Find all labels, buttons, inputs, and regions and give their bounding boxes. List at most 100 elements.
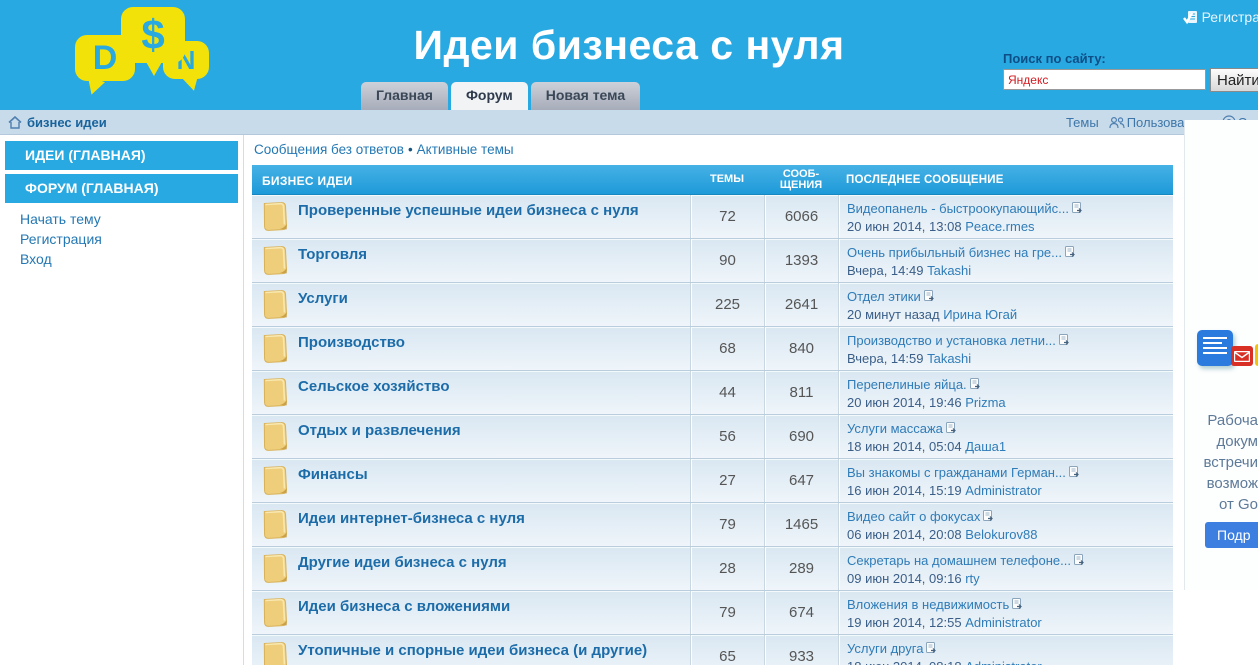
register-link[interactable]: Регистра [1183,9,1258,25]
ad-banner[interactable]: Рабоча докум встречи возмож от Go Подр [1184,120,1258,590]
messages-count: 647 [764,459,838,502]
tab-home[interactable]: Главная [361,82,448,110]
last-post-user[interactable]: Belokurov88 [965,527,1037,542]
topics-count: 225 [690,283,764,326]
register-label: Регистра [1202,9,1258,25]
col-header-messages: СООБ- ЩЕНИЯ [764,165,838,194]
last-post-user[interactable]: Peace.rmes [965,219,1034,234]
last-post-link[interactable]: Услуги массажа [847,421,943,436]
unanswered-posts-link[interactable]: Сообщения без ответов [254,142,404,157]
register-check-icon [1183,10,1198,25]
category-link[interactable]: Финансы [298,466,368,483]
goto-last-post-icon[interactable] [983,509,994,526]
category-link[interactable]: Другие идеи бизнеса с нуля [298,554,507,571]
col-header-last-message: ПОСЛЕДНЕЕ СООБЩЕНИЕ [838,165,1173,194]
messages-count: 811 [764,371,838,414]
sidebar-item-start-topic[interactable]: Начать тему [20,210,243,229]
table-row: Другие идеи бизнеса с нуля 28 289 Секрет… [252,547,1173,591]
category-link[interactable]: Сельское хозяйство [298,378,450,395]
last-post-link[interactable]: Услуги друга [847,641,923,656]
goto-last-post-icon[interactable] [1059,333,1070,350]
table-row: Производство 68 840 Производство и устан… [252,327,1173,371]
col-header-topics: ТЕМЫ [690,165,764,194]
topics-link[interactable]: Темы [1066,115,1099,130]
folder-icon [252,459,298,502]
last-post-user[interactable]: Takashi [927,351,971,366]
messages-count: 1393 [764,239,838,282]
category-link[interactable]: Производство [298,334,405,351]
last-post-link[interactable]: Секретарь на домашнем телефоне... [847,553,1071,568]
last-post-user[interactable]: Takashi [927,263,971,278]
last-post-meta: 09 июн 2014, 09:16 rty [847,570,1173,587]
goto-last-post-icon[interactable] [1012,597,1023,614]
breadcrumb-label: бизнес идеи [27,115,107,130]
breadcrumb[interactable]: бизнес идеи [8,115,107,130]
table-row: Проверенные успешные идеи бизнеса с нуля… [252,195,1173,239]
last-post-user[interactable]: Даша1 [965,439,1006,454]
last-post-link[interactable]: Производство и установка летни... [847,333,1056,348]
category-link[interactable]: Утопичные и спорные идеи бизнеса (и друг… [298,642,647,659]
last-post-user[interactable]: Ирина Югай [943,307,1017,322]
goto-last-post-icon[interactable] [946,421,957,438]
goto-last-post-icon[interactable] [924,289,935,306]
ad-text-line: встречи [1184,452,1258,473]
category-link[interactable]: Торговля [298,246,367,263]
last-post-link[interactable]: Видеопанель - быстроокупающийс... [847,201,1069,216]
tab-new-topic[interactable]: Новая тема [531,82,640,110]
last-post-link[interactable]: Отдел этики [847,289,921,304]
folder-icon [252,635,298,665]
last-post-user[interactable]: Prizma [965,395,1005,410]
folder-icon [252,195,298,238]
sidebar-divider [243,135,244,665]
search-input[interactable] [1003,69,1206,90]
ad-more-button[interactable]: Подр [1205,522,1258,548]
last-post-meta: 20 июн 2014, 13:08 Peace.rmes [847,218,1173,235]
topics-link-label: Темы [1066,115,1099,130]
table-row: Утопичные и спорные идеи бизнеса (и друг… [252,635,1173,665]
mail-icon [1231,346,1253,366]
messages-count: 674 [764,591,838,634]
ad-text-line: докум [1184,431,1258,452]
topics-count: 72 [690,195,764,238]
goto-last-post-icon[interactable] [1069,465,1080,482]
sidebar-item-ideas-home[interactable]: ИДЕИ (ГЛАВНАЯ) [5,141,238,170]
last-post-link[interactable]: Перепелиные яйца. [847,377,967,392]
category-link[interactable]: Услуги [298,290,348,307]
goto-last-post-icon[interactable] [926,641,937,658]
category-link[interactable]: Проверенные успешные идеи бизнеса с нуля [298,202,639,219]
last-post-user[interactable]: rty [965,571,979,586]
last-post-link[interactable]: Видео сайт о фокусах [847,509,980,524]
ad-text: Рабоча докум встречи возмож от Go [1184,410,1258,515]
goto-last-post-icon[interactable] [1065,245,1076,262]
goto-last-post-icon[interactable] [970,377,981,394]
last-post-meta: 18 июн 2014, 08:18 Administrator [847,658,1173,665]
table-row: Идеи бизнеса с вложениями 79 674 Вложени… [252,591,1173,635]
active-topics-link[interactable]: Активные темы [417,142,514,157]
last-post-date: 20 июн 2014, 19:46 [847,395,962,410]
last-post-link[interactable]: Вы знакомы с гражданами Герман... [847,465,1066,480]
sidebar-item-forum-home[interactable]: ФОРУМ (ГЛАВНАЯ) [5,174,238,203]
forum-table: БИЗНЕС ИДЕИ ТЕМЫ СООБ- ЩЕНИЯ ПОСЛЕДНЕЕ С… [252,165,1173,665]
last-post-user[interactable]: Administrator [965,615,1042,630]
category-link[interactable]: Идеи интернет-бизнеса с нуля [298,510,525,527]
goto-last-post-icon[interactable] [1074,553,1085,570]
breadcrumb-bar: бизнес идеи Темы Пользователи ? Сп [0,110,1258,135]
last-post-link[interactable]: Вложения в недвижимость [847,597,1009,612]
folder-icon [252,371,298,414]
category-link[interactable]: Идеи бизнеса с вложениями [298,598,510,615]
table-row: Сельское хозяйство 44 811 Перепелиные яй… [252,371,1173,415]
last-post-date: 16 июн 2014, 15:19 [847,483,962,498]
last-post-user[interactable]: Administrator [965,659,1042,665]
category-link[interactable]: Отдых и развлечения [298,422,461,439]
last-post-date: 20 минут назад [847,307,940,322]
sidebar-item-register[interactable]: Регистрация [20,230,243,249]
ad-text-line: Рабоча [1184,410,1258,431]
sidebar-item-login[interactable]: Вход [20,250,243,269]
site-header: D $ N Идеи бизнеса с нуля Регистра Поиск… [0,0,1258,110]
goto-last-post-icon[interactable] [1072,201,1083,218]
last-post-meta: 06 июн 2014, 20:08 Belokurov88 [847,526,1173,543]
tab-forum[interactable]: Форум [451,82,528,110]
last-post-link[interactable]: Очень прибыльный бизнес на гре... [847,245,1062,260]
last-post-user[interactable]: Administrator [965,483,1042,498]
search-button[interactable]: Найти [1210,68,1258,92]
